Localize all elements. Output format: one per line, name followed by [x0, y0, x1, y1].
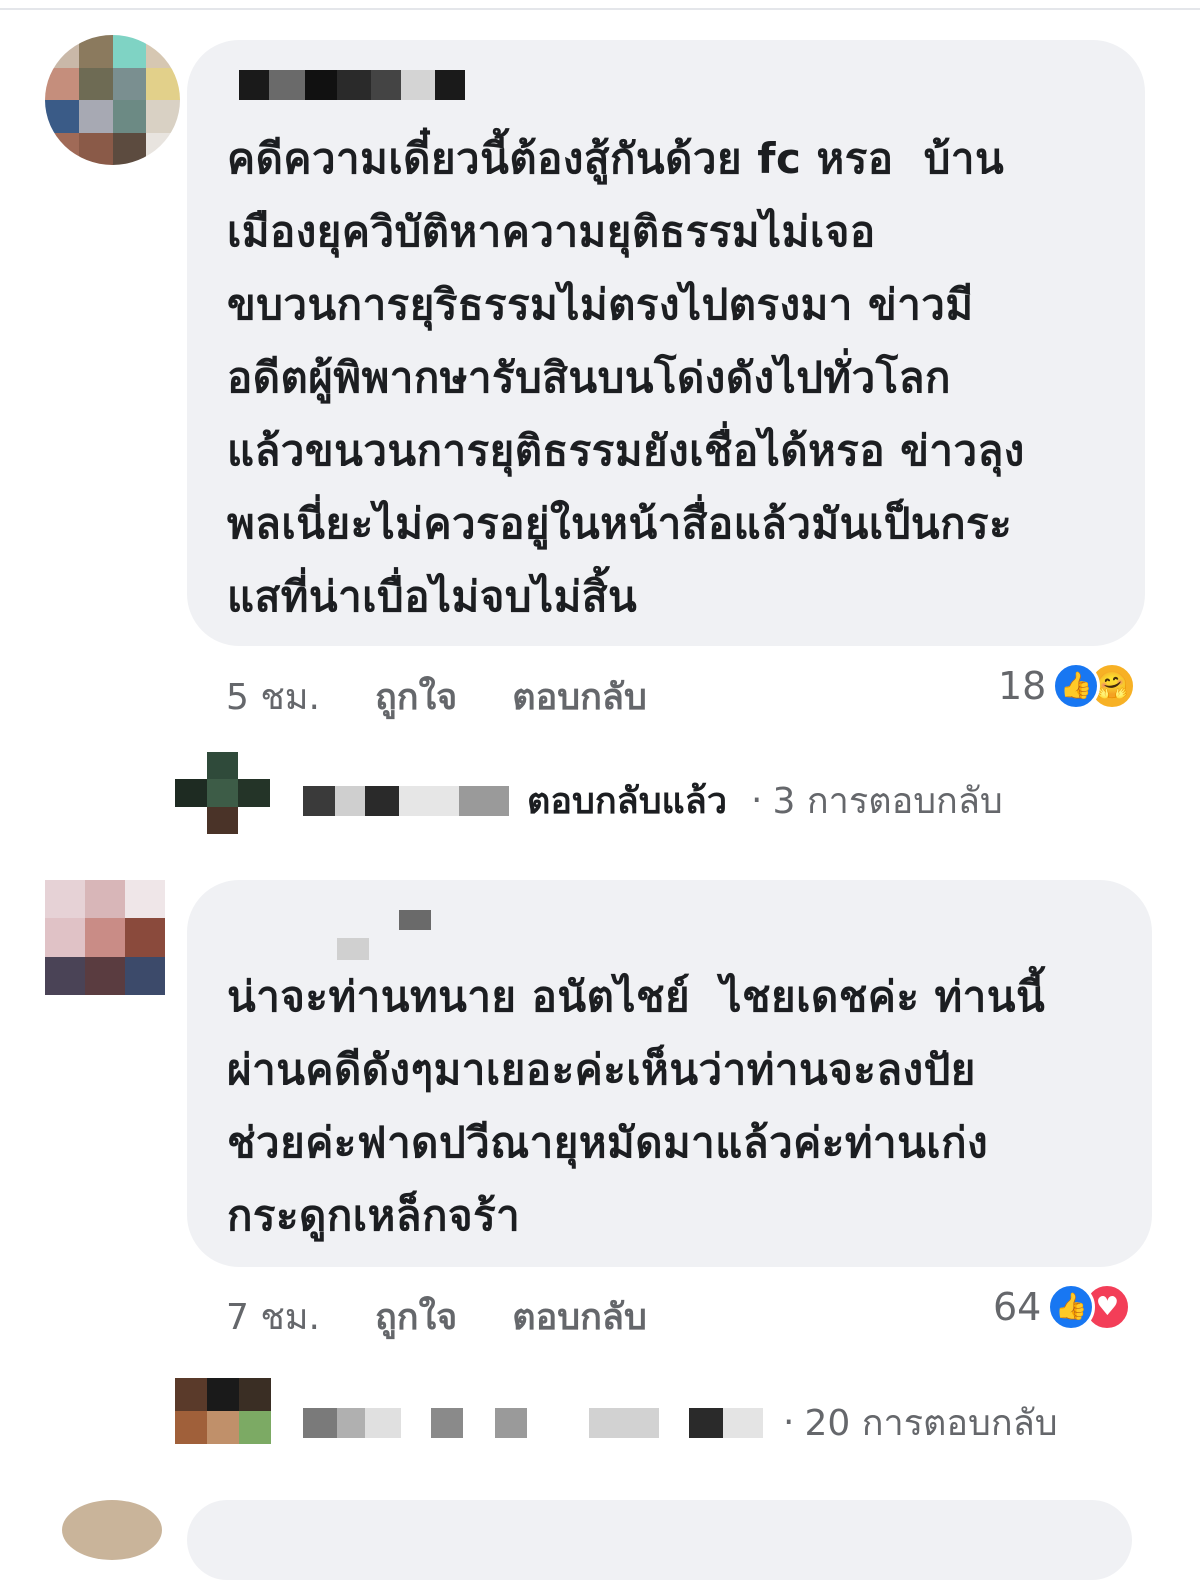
reaction-summary[interactable]: 64 👍 ♥	[993, 1283, 1132, 1331]
comment-text: น่าจะท่านทนาย อนัตไชย์ ไชยเดชค่ะ ท่านนี้…	[227, 972, 1046, 1240]
comment-text: คดีความเดี๋ยวนี้ต้องสู้กันด้วย fc หรอ บ้…	[227, 134, 1025, 621]
reaction-summary[interactable]: 18 👍 🤗	[998, 662, 1137, 710]
comment-timestamp[interactable]: 5 ชม.	[226, 668, 320, 725]
replied-label: ตอบกลับแล้ว	[527, 781, 728, 822]
separator-dot: ·	[751, 780, 763, 821]
comment-bubble: คดีความเดี๋ยวนี้ต้องสู้กันด้วย fc หรอ บ้…	[187, 40, 1145, 646]
replier-avatar[interactable]	[175, 1378, 271, 1444]
reaction-count: 18	[998, 664, 1047, 708]
comment-actions: 5 ชม. ถูกใจ ตอบกลับ	[226, 668, 702, 725]
like-button[interactable]: ถูกใจ	[375, 1288, 457, 1345]
commenter-name-redacted[interactable]	[337, 910, 431, 962]
reaction-count: 64	[993, 1285, 1042, 1329]
comment-actions: 7 ชม. ถูกใจ ตอบกลับ	[226, 1288, 702, 1345]
replies-summary[interactable]: · 20 การตอบกลับ	[303, 1394, 1058, 1451]
commenter-name-redacted[interactable]	[239, 70, 465, 100]
replies-count: 3 การตอบกลับ	[772, 781, 1003, 822]
replier-name-redacted	[303, 785, 509, 816]
commenter-avatar[interactable]	[62, 1500, 162, 1560]
like-icon: 👍	[1047, 1283, 1096, 1331]
comment-timestamp[interactable]: 7 ชม.	[226, 1288, 320, 1345]
like-button[interactable]: ถูกใจ	[375, 668, 457, 725]
reply-button[interactable]: ตอบกลับ	[512, 1288, 647, 1345]
comment-bubble	[187, 1500, 1132, 1580]
replier-name-redacted	[303, 1407, 763, 1438]
commenter-avatar[interactable]	[45, 880, 165, 995]
like-icon: 👍	[1052, 662, 1101, 710]
replies-summary[interactable]: ตอบกลับแล้ว · 3 การตอบกลับ	[303, 772, 1003, 829]
replies-count: 20 การตอบกลับ	[804, 1403, 1058, 1444]
replier-avatar[interactable]	[175, 752, 270, 834]
commenter-avatar[interactable]	[45, 35, 180, 165]
separator-dot: ·	[783, 1402, 795, 1443]
comment-bubble: น่าจะท่านทนาย อนัตไชย์ ไชยเดชค่ะ ท่านนี้…	[187, 880, 1152, 1267]
reply-button[interactable]: ตอบกลับ	[512, 668, 647, 725]
top-divider	[0, 8, 1200, 10]
